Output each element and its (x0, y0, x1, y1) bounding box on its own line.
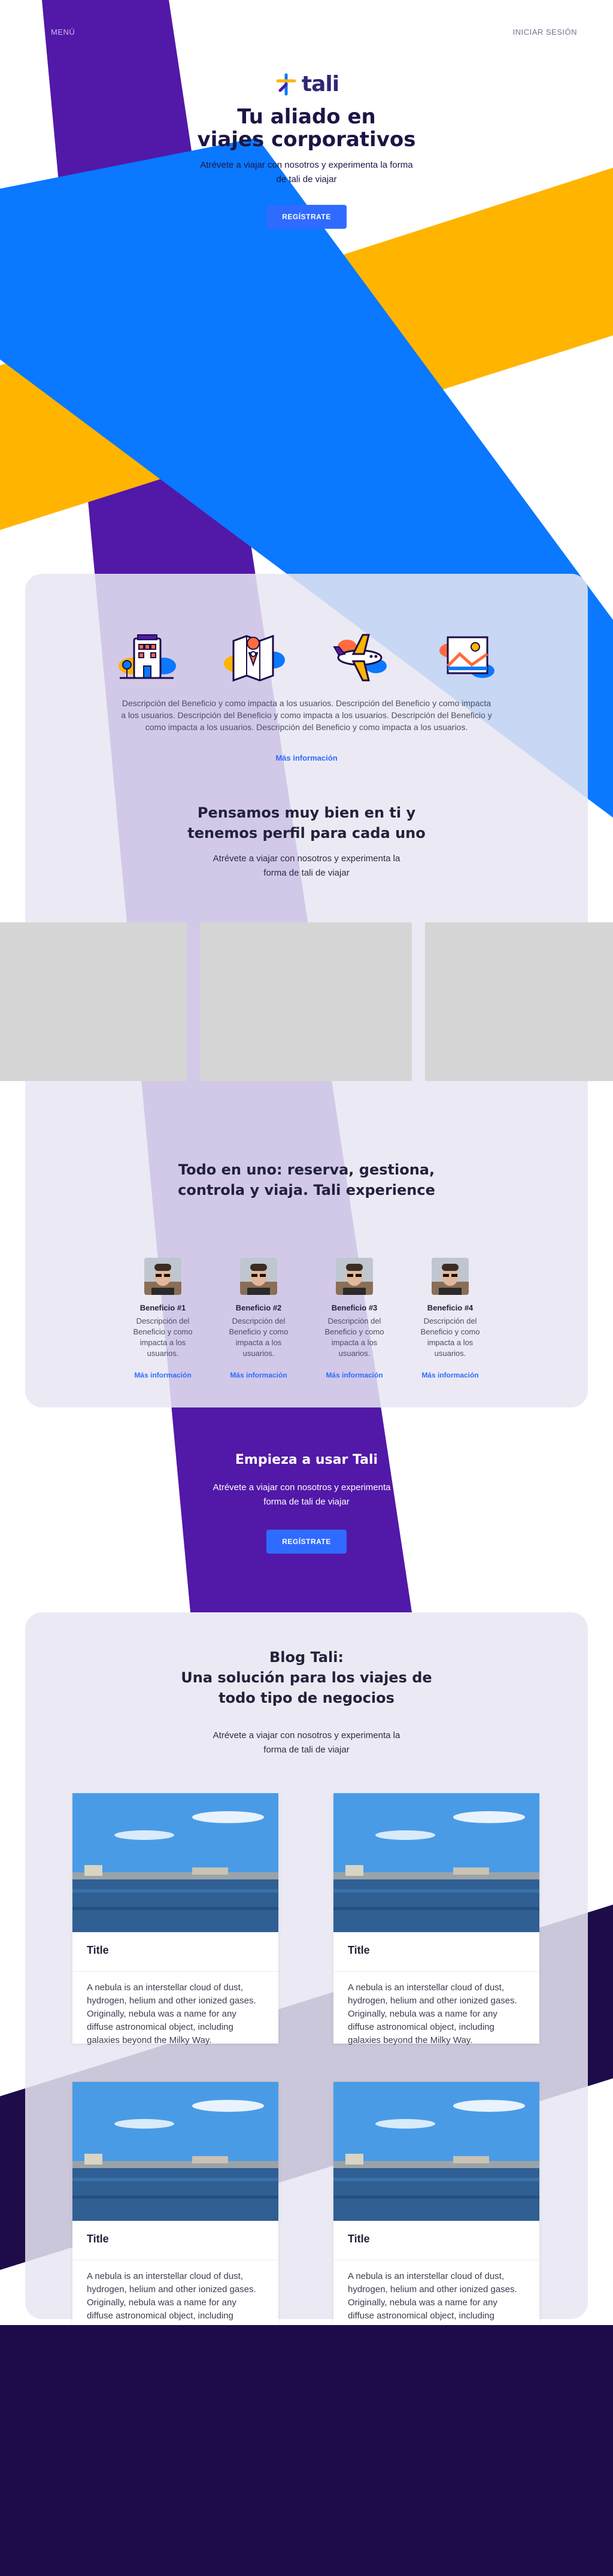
profile-title: Pensamos muy bien en ti y tenemos perfil… (187, 804, 426, 841)
blog-post-card[interactable]: Title A nebula is an interstellar cloud … (333, 1793, 539, 2045)
map-pin-icon (224, 634, 285, 682)
benefit-name: Beneficio #1 (139, 1303, 186, 1312)
benefits-section: Todo en uno: reserva, gestiona, controla… (25, 1160, 588, 1379)
benefit-description: Descripción del Beneficio y como impacta… (229, 1316, 289, 1358)
benefit-more-info-link[interactable]: Más información (128, 1371, 198, 1379)
blog-post-title: Title (72, 2221, 278, 2260)
hero-title-line2: viajes corporativos (197, 127, 416, 152)
blog-post-text: A nebula is an interstellar cloud of dus… (348, 1982, 517, 2045)
blog-title-line2: Una solución para los viajes de todo tip… (181, 1669, 432, 1706)
blog-post-card[interactable]: Title A nebula is an interstellar cloud … (333, 2082, 539, 2334)
features-more-info-link[interactable]: Más información (275, 753, 337, 762)
cta-section: Empieza a usar Tali Atrévete a viajar co… (0, 1452, 613, 1554)
blog-post-card[interactable]: Title A nebula is an interstellar cloud … (72, 1793, 278, 2045)
features-description: Descripción del Beneficio y como impacta… (121, 698, 492, 732)
benefit-description: Descripción del Beneficio y como impacta… (324, 1316, 384, 1358)
hero-title: Tu aliado en viajes corporativos (0, 105, 613, 151)
hero-title-line1: Tu aliado en (237, 104, 376, 129)
menu-button[interactable]: MENÚ (51, 28, 75, 37)
benefits-title: Todo en uno: reserva, gestiona, controla… (178, 1161, 435, 1198)
benefit-item: Beneficio #2 Descripción del Beneficio y… (223, 1258, 294, 1379)
benefit-description: Descripción del Beneficio y como impacta… (133, 1316, 193, 1358)
avatar (336, 1258, 373, 1295)
benefit-item: Beneficio #3 Descripción del Beneficio y… (319, 1258, 390, 1379)
blog-post-image (72, 2082, 278, 2221)
blog-post-title: Title (333, 2221, 539, 2260)
benefit-name: Beneficio #3 (331, 1303, 378, 1312)
tali-logo-icon (276, 73, 296, 95)
profile-cards-carousel (0, 922, 613, 1081)
blog-post-image (72, 1793, 278, 1932)
top-navigation: MENÚ INICIAR SESIÓN (0, 0, 613, 66)
blog-post-title: Title (333, 1932, 539, 1972)
benefit-item: Beneficio #4 Descripción del Beneficio y… (415, 1258, 485, 1379)
login-link[interactable]: INICIAR SESIÓN (513, 28, 577, 37)
profile-card[interactable] (200, 922, 412, 1081)
profile-card[interactable] (425, 922, 613, 1081)
airplane-icon (333, 634, 387, 682)
logo-text: tali (301, 72, 339, 96)
blog-title: Blog Tali: Una solución para los viajes … (166, 1647, 447, 1708)
benefit-name: Beneficio #4 (427, 1303, 474, 1312)
hero-subtitle: Atrévete a viajar con nosotros y experim… (200, 159, 413, 184)
avatar (432, 1258, 469, 1295)
profile-card[interactable] (0, 922, 187, 1081)
blog-post-text: A nebula is an interstellar cloud of dus… (87, 1982, 256, 2045)
blog-title-line1: Blog Tali: (269, 1649, 344, 1666)
feature-icons-row (25, 630, 588, 684)
picture-icon (439, 636, 494, 678)
register-button[interactable]: REGÍSTRATE (266, 204, 347, 229)
blog-post-image (333, 2082, 539, 2221)
blog-post-card[interactable]: Title A nebula is an interstellar cloud … (72, 2082, 278, 2334)
benefit-more-info-link[interactable]: Más información (319, 1371, 390, 1379)
cta-title: Empieza a usar Tali (235, 1452, 378, 1467)
blog-post-title: Title (72, 1932, 278, 1972)
avatar (240, 1258, 277, 1295)
benefit-item: Beneficio #1 Descripción del Beneficio y… (128, 1258, 198, 1379)
hotel-icon (119, 634, 176, 679)
cta-register-button[interactable]: REGÍSTRATE (266, 1530, 347, 1554)
blog-subtitle: Atrévete a viajar con nosotros y experim… (213, 1730, 400, 1755)
avatar (144, 1258, 181, 1295)
features-section: Descripción del Beneficio y como impacta… (25, 630, 588, 764)
profile-section: Pensamos muy bien en ti y tenemos perfil… (25, 803, 588, 880)
cta-subtitle: Atrévete a viajar con nosotros y experim… (213, 1482, 400, 1507)
benefit-more-info-link[interactable]: Más información (415, 1371, 485, 1379)
tali-logo[interactable]: tali (274, 72, 339, 96)
footer (0, 2325, 613, 2576)
blog-post-image (333, 1793, 539, 1932)
benefit-description: Descripción del Beneficio y como impacta… (420, 1316, 480, 1358)
profile-subtitle: Atrévete a viajar con nosotros y experim… (213, 853, 400, 878)
benefit-name: Beneficio #2 (235, 1303, 282, 1312)
hero-section: tali Tu aliado en viajes corporativos At… (0, 72, 613, 229)
benefits-row: Beneficio #1 Descripción del Beneficio y… (25, 1258, 588, 1379)
benefit-more-info-link[interactable]: Más información (223, 1371, 294, 1379)
blog-header: Blog Tali: Una solución para los viajes … (25, 1647, 588, 1757)
